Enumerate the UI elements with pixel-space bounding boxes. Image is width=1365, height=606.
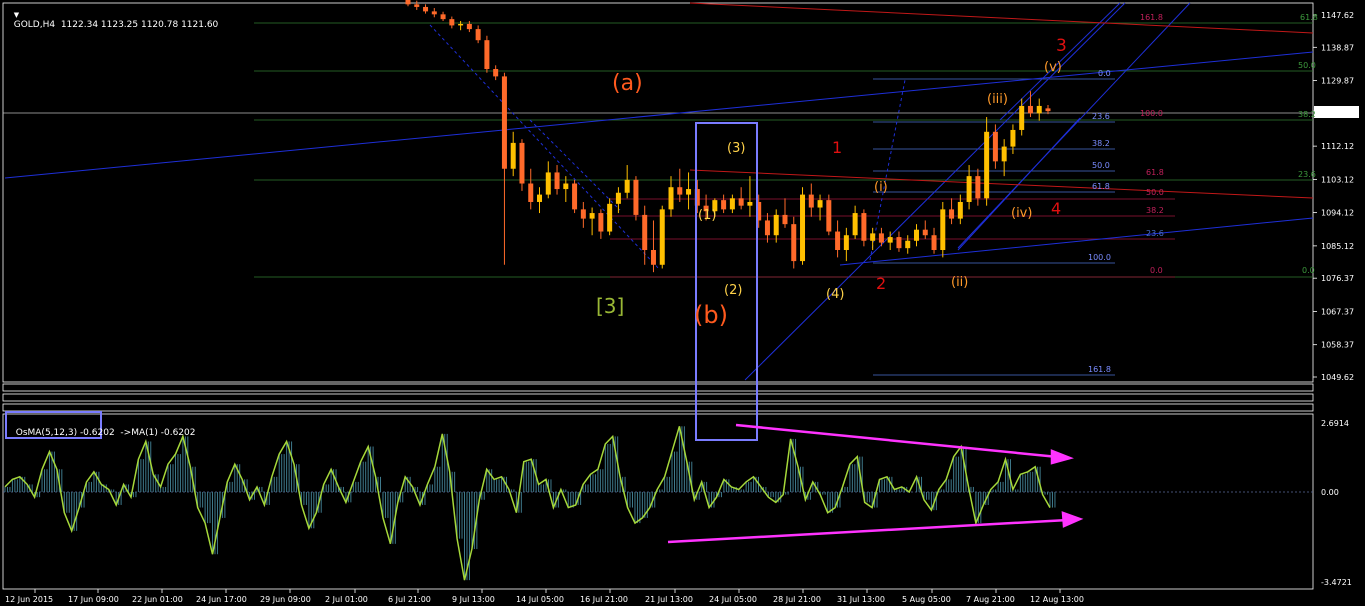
osma-ma-label: ->MA(1) -0.6202 — [120, 428, 196, 438]
candle — [791, 216, 797, 269]
time-tick-label: 24 Jul 05:00 — [709, 595, 757, 604]
chart-canvas[interactable]: 1147.621138.871129.871121.601112.121103.… — [0, 0, 1365, 606]
time-tick-label: 31 Jul 13:00 — [837, 595, 885, 604]
fib-level-label: 61.8 — [1092, 182, 1110, 191]
fib-level-label: 50.0 — [1298, 61, 1316, 70]
fib-level-label: 38.2 — [1146, 206, 1164, 215]
wave-label: (b) — [694, 301, 728, 329]
fib-level-label: 50.0 — [1092, 161, 1110, 170]
price-tick-label: 1138.87 — [1321, 43, 1354, 52]
fib-level-label: 0.0 — [1150, 266, 1163, 275]
fib-level-label: 61.8 — [1146, 168, 1164, 177]
symbol-label: GOLD,H4 — [13, 20, 56, 30]
candle — [484, 35, 490, 73]
wave-label: (4) — [826, 287, 844, 302]
candle — [659, 205, 665, 269]
fib-level-label: 161.8 — [1088, 365, 1111, 374]
time-tick-label: 5 Aug 05:00 — [902, 595, 951, 604]
price-tick-label: 1085.12 — [1321, 242, 1354, 251]
price-tick-label: 1067.37 — [1321, 307, 1354, 316]
fib-level-label: 100.0 — [1088, 253, 1111, 262]
time-tick-label: 24 Jun 17:00 — [196, 595, 247, 604]
candle — [826, 194, 832, 236]
wave-label: 3 — [1056, 36, 1067, 56]
time-tick-label: 21 Jul 13:00 — [645, 595, 693, 604]
time-tick-label: 2 Jul 01:00 — [325, 595, 368, 604]
time-tick-label: 28 Jul 21:00 — [773, 595, 821, 604]
candle — [572, 179, 578, 214]
osma-tick-label: -3.4721 — [1321, 578, 1352, 587]
price-tick-label: 1147.62 — [1321, 11, 1354, 20]
wave-label: [3] — [596, 294, 624, 318]
price-tick-label: 1129.87 — [1321, 77, 1354, 86]
time-tick-label: 14 Jul 05:00 — [516, 595, 564, 604]
candle — [940, 201, 946, 258]
wave-label: (a) — [612, 71, 643, 96]
osma-label: OsMA(5,12,3) -0.6202 — [15, 428, 115, 438]
candle — [633, 176, 639, 221]
time-tick-label: 6 Jul 21:00 — [388, 595, 431, 604]
fib-level-label: 38.2 — [1092, 139, 1110, 148]
wave-label: (ii) — [951, 275, 968, 290]
time-tick-label: 16 Jul 21:00 — [580, 595, 628, 604]
candle — [607, 198, 613, 236]
osma-tick-label: 2.6914 — [1321, 419, 1349, 428]
fib-level-label: 161.8 — [1140, 13, 1163, 22]
price-tick-label: 1058.37 — [1321, 341, 1354, 350]
wave-label: 1 — [832, 138, 842, 157]
time-tick-label: 7 Aug 21:00 — [966, 595, 1015, 604]
price-tick-label: 1094.12 — [1321, 209, 1354, 218]
wave-label: (iv) — [1011, 206, 1032, 221]
time-tick-label: 9 Jul 13:00 — [452, 595, 495, 604]
time-tick-label: 29 Jun 09:00 — [260, 595, 311, 604]
fib-level-label: 38.2 — [1298, 110, 1316, 119]
price-tick-label: 1103.12 — [1321, 175, 1354, 184]
wave-label: 2 — [876, 274, 886, 293]
fib-level-label: 100.0 — [1140, 109, 1163, 118]
time-tick-label: 17 Jun 09:00 — [68, 595, 119, 604]
wave-label: (iii) — [987, 92, 1008, 107]
fib-level-label: 0.0 — [1302, 266, 1315, 275]
fib-level-label: 50.0 — [1146, 188, 1164, 197]
candle — [861, 209, 867, 247]
wave-label: (i) — [874, 180, 888, 195]
current-price-tag — [1314, 106, 1359, 118]
price-tick-label: 1112.12 — [1321, 142, 1354, 151]
price-tick-label: 1049.62 — [1321, 373, 1354, 382]
candle — [800, 187, 806, 265]
time-tick-label: 12 Jun 2015 — [5, 595, 53, 604]
time-tick-label: 22 Jun 01:00 — [132, 595, 183, 604]
fib-level-label: 61.8 — [1300, 13, 1318, 22]
fib-level-label: 23.6 — [1146, 229, 1164, 238]
time-tick-label: 12 Aug 13:00 — [1030, 595, 1084, 604]
chart-header: ▼ GOLD,H4 1122.34 1123.25 1120.78 1121.6… — [8, 0, 219, 30]
osma-header: OsMA(5,12,3) -0.6202 ->MA(1) -0.6202 — [10, 418, 196, 438]
wave-label: (v) — [1044, 60, 1062, 75]
wave-label: (3) — [727, 141, 745, 156]
wave-label: (1) — [698, 208, 716, 223]
ohlc-values: 1122.34 1123.25 1120.78 1121.60 — [60, 20, 219, 30]
candle — [519, 139, 525, 191]
fib-level-label: 23.6 — [1092, 112, 1110, 121]
price-tick-label: 1076.37 — [1321, 274, 1354, 283]
fib-level-label: 0.0 — [1098, 69, 1111, 78]
fib-level-label: 23.6 — [1298, 170, 1316, 179]
chevron-down-icon[interactable]: ▼ — [14, 11, 19, 19]
osma-tick-label: 0.00 — [1321, 488, 1339, 497]
wave-label: 4 — [1051, 199, 1061, 218]
wave-label: (2) — [724, 283, 742, 298]
